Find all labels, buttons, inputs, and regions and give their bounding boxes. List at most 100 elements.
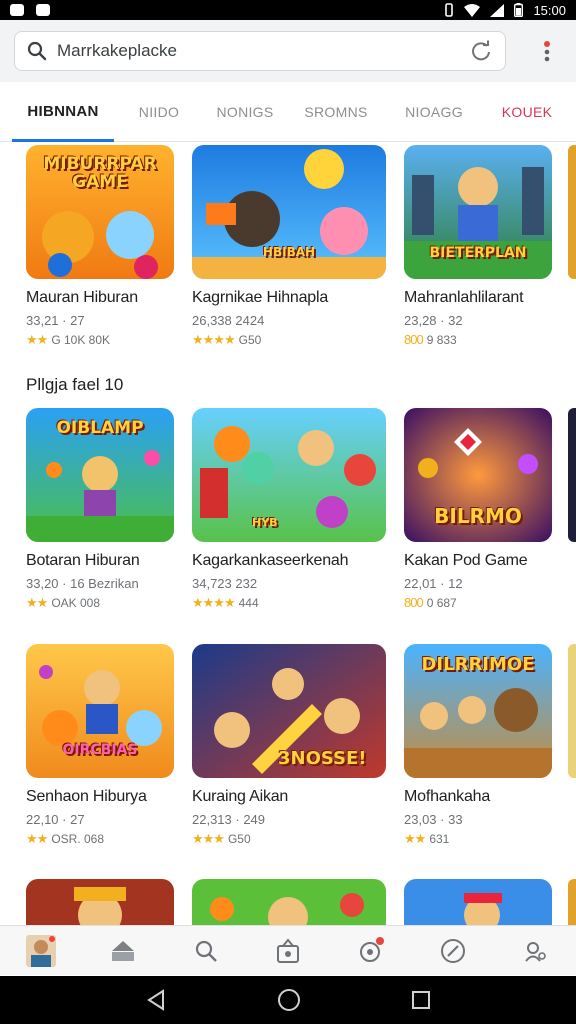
app-card[interactable] <box>404 879 552 925</box>
search-icon <box>195 940 217 962</box>
thumbnail-text: HBIBAH <box>262 245 316 259</box>
app-meta: 33,21 · 27 <box>26 313 85 328</box>
system-navigation <box>0 976 576 1024</box>
home-icon <box>112 940 135 961</box>
app-meta: 23,28 · 32 <box>404 313 463 328</box>
search-input[interactable] <box>57 41 469 61</box>
thumbnail-text: OIRCBIAS <box>62 742 138 758</box>
status-bar: 15:00 <box>0 0 576 20</box>
home-button-icon[interactable] <box>277 988 301 1012</box>
app-card[interactable]: DILRRIMOE Mofhankaha 23,03 · 33 ★★ 631 <box>404 644 552 847</box>
nav-profile[interactable] <box>21 931 61 971</box>
app-card[interactable]: OIBLAMP Botaran Hiburan 33,20 · 16 Bezri… <box>26 408 174 611</box>
next-card-edge <box>568 145 576 279</box>
app-title: Kakan Pod Game <box>404 552 528 569</box>
thumbnail-text: OIBLAMP <box>56 418 144 438</box>
rating-stars: ★★★★ <box>192 595 236 610</box>
nav-home[interactable] <box>103 931 143 971</box>
app-card[interactable]: HBIBAH Kagrnikae Hihnapla 26,338 2424 ★★… <box>192 145 386 348</box>
more-options-icon[interactable] <box>540 40 554 64</box>
app-title: Kagarkankaseerkenah <box>192 552 349 569</box>
tab-niido[interactable]: NIIDO <box>134 82 184 142</box>
app-rating: ★★★★ 444 <box>192 595 386 611</box>
rating-text: 9 833 <box>426 332 457 347</box>
nav-account[interactable] <box>515 931 555 971</box>
app-card[interactable]: MIBURRPAR GAME Mauran Hiburan 33,21 · 27… <box>26 145 174 348</box>
app-title: Mahranlahlilarant <box>404 289 524 306</box>
rating-stars: ★★★★ <box>192 332 236 347</box>
search-icon <box>27 40 49 62</box>
status-left <box>10 4 50 16</box>
compass-icon <box>440 938 465 963</box>
app-title: Mofhankaha <box>404 788 491 805</box>
vibrate-icon <box>445 3 454 17</box>
app-thumbnail: HYB <box>192 408 386 542</box>
app-thumbnail: BILRMO <box>404 408 552 542</box>
app-thumbnail: BIETERPLAN <box>404 145 552 279</box>
rating-text: 0 687 <box>426 595 457 610</box>
app-thumbnail: 3NOSSE! <box>192 644 386 778</box>
rating-text: OSR. 068 <box>51 832 105 846</box>
app-title: Mauran Hiburan <box>26 289 138 306</box>
rating-text: G50 <box>238 333 262 347</box>
app-meta: 22,313 · 249 <box>192 812 266 827</box>
app-meta: 34,723 232 <box>192 576 258 591</box>
section-title: Pllgja fael 10 <box>26 375 124 394</box>
rating-stars: ★★ <box>26 831 48 846</box>
thumbnail-text: 3NOSSE! <box>278 748 367 769</box>
app-thumbnail: HBIBAH <box>192 145 386 279</box>
app-thumbnail: MIBURRPAR GAME <box>26 145 174 279</box>
app-card[interactable]: BILRMO Kakan Pod Game 22,01 · 12 800 0 68… <box>404 408 552 610</box>
app-title: Senhaon Hiburya <box>26 788 147 805</box>
thumbnail-text: HYB <box>252 516 278 529</box>
tab-sromns[interactable]: SROMNS <box>304 82 368 142</box>
notification-icon <box>10 4 24 16</box>
battery-icon <box>514 3 524 17</box>
next-card-edge <box>568 644 576 778</box>
app-rating: ★★ OAK 008 <box>26 595 174 611</box>
app-title: Botaran Hiburan <box>26 552 140 569</box>
thumbnail-text: DILRRIMOE <box>421 654 535 675</box>
tab-nioagg[interactable]: NIOAGG <box>404 82 464 142</box>
app-meta: 33,20 · 16 Bezrikan <box>26 576 139 591</box>
tab-kouek[interactable]: KOUEK <box>502 82 552 142</box>
app-thumbnail: DILRRIMOE <box>404 644 552 778</box>
status-time: 15:00 <box>533 2 566 18</box>
search-bar[interactable] <box>14 31 506 71</box>
tab-nonigs[interactable]: NONIGS <box>216 82 273 142</box>
nav-store[interactable] <box>268 931 308 971</box>
nav-library[interactable] <box>350 931 390 971</box>
app-card[interactable]: HYB Kagarkankaseerkenah 34,723 232 ★★★★ 4… <box>192 408 386 611</box>
nav-explore[interactable] <box>433 931 473 971</box>
back-icon[interactable] <box>145 989 167 1011</box>
recents-icon[interactable] <box>411 990 431 1010</box>
refresh-icon[interactable] <box>469 39 493 63</box>
rating-text: 631 <box>429 832 450 846</box>
rating-stars: ★★ <box>404 831 426 846</box>
app-rating: 800 0 687 <box>404 595 552 610</box>
rating-stars: ★★ <box>26 595 48 610</box>
app-card[interactable]: BIETERPLAN Mahranlahlilarant 23,28 · 32 … <box>404 145 552 347</box>
app-card[interactable]: OIRCBIAS Senhaon Hiburya 22,10 · 27 ★★ OS… <box>26 644 174 847</box>
app-thumbnail <box>404 879 552 925</box>
wifi-icon <box>464 3 481 17</box>
app-rating: 800 9 833 <box>404 332 552 347</box>
app-card[interactable] <box>192 879 386 925</box>
app-meta: 22,01 · 12 <box>404 576 463 591</box>
app-rating: ★★★★ G50 <box>192 332 386 348</box>
next-card-edge <box>568 879 576 925</box>
signal-icon <box>490 3 505 17</box>
rating-text: G 10K 80K <box>51 333 111 347</box>
tab-hibnnan[interactable]: HIBNNAN <box>12 82 114 142</box>
app-title: Kuraing Aikan <box>192 788 289 805</box>
app-meta: 23,03 · 33 <box>404 812 463 827</box>
app-card[interactable] <box>26 879 174 925</box>
app-thumbnail <box>26 879 174 925</box>
nav-search[interactable] <box>186 931 226 971</box>
app-thumbnail: OIRCBIAS <box>26 644 174 778</box>
rating-stars: ★★★ <box>192 831 225 846</box>
rating-stars: 800 <box>404 332 424 347</box>
category-tabs: HIBNNAN NIIDO NONIGS SROMNS NIOAGG KOUEK <box>0 82 576 142</box>
app-meta: 26,338 2424 <box>192 313 265 328</box>
app-card[interactable]: 3NOSSE! Kuraing Aikan 22,313 · 249 ★★★ G5… <box>192 644 386 847</box>
